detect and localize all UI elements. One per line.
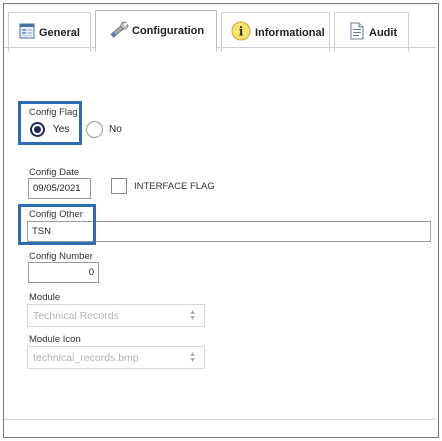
config-other-label: Config Other [29,209,83,220]
tab-informational[interactable]: i Informational [221,12,330,52]
tab-general-label: General [39,26,80,39]
panel-bottom-border [4,419,436,420]
module-icon-select[interactable]: technical_records.bmp ▲ ▼ [27,346,205,369]
tab-divider [4,47,436,48]
module-icon-value: technical_records.bmp [33,351,139,364]
wrench-icon [108,20,130,43]
module-select[interactable]: Technical Records ▲ ▼ [27,304,205,327]
module-icon-label: Module Icon [29,334,81,345]
document-icon [349,22,365,43]
config-flag-no-radio[interactable] [86,121,103,138]
config-number-input[interactable]: 0 [28,262,99,283]
config-number-label: Config Number [29,251,93,262]
config-number-value: 0 [88,267,94,278]
interface-flag-label: INTERFACE FLAG [134,181,215,192]
select-arrows-icon: ▲ ▼ [189,308,196,322]
tab-audit-label: Audit [369,26,398,39]
config-flag-no-label[interactable]: No [109,124,122,135]
select-arrows-icon: ▲ ▼ [189,350,196,364]
tab-bar: General Configuration i Informational Au… [4,4,438,52]
config-flag-yes-label[interactable]: Yes [53,124,69,135]
tab-configuration[interactable]: Configuration [95,10,217,52]
info-icon: i [231,21,251,44]
config-date-label: Config Date [29,167,80,178]
tab-informational-label: Informational [255,26,325,39]
tab-general[interactable]: General [8,12,91,52]
config-date-value: 09/05/2021 [33,183,81,194]
tab-audit[interactable]: Audit [334,12,409,52]
config-flag-yes-radio[interactable] [30,122,45,137]
svg-text:i: i [239,25,244,39]
config-other-input[interactable]: TSN [27,221,431,242]
config-date-input[interactable]: 09/05/2021 [28,178,91,199]
tab-configuration-label: Configuration [132,25,205,37]
module-value: Technical Records [33,309,119,322]
module-label: Module [29,292,61,303]
config-other-value: TSN [32,226,51,237]
config-flag-label: Config Flag [29,107,78,118]
interface-flag-checkbox[interactable] [111,178,127,194]
form-icon [19,23,35,42]
